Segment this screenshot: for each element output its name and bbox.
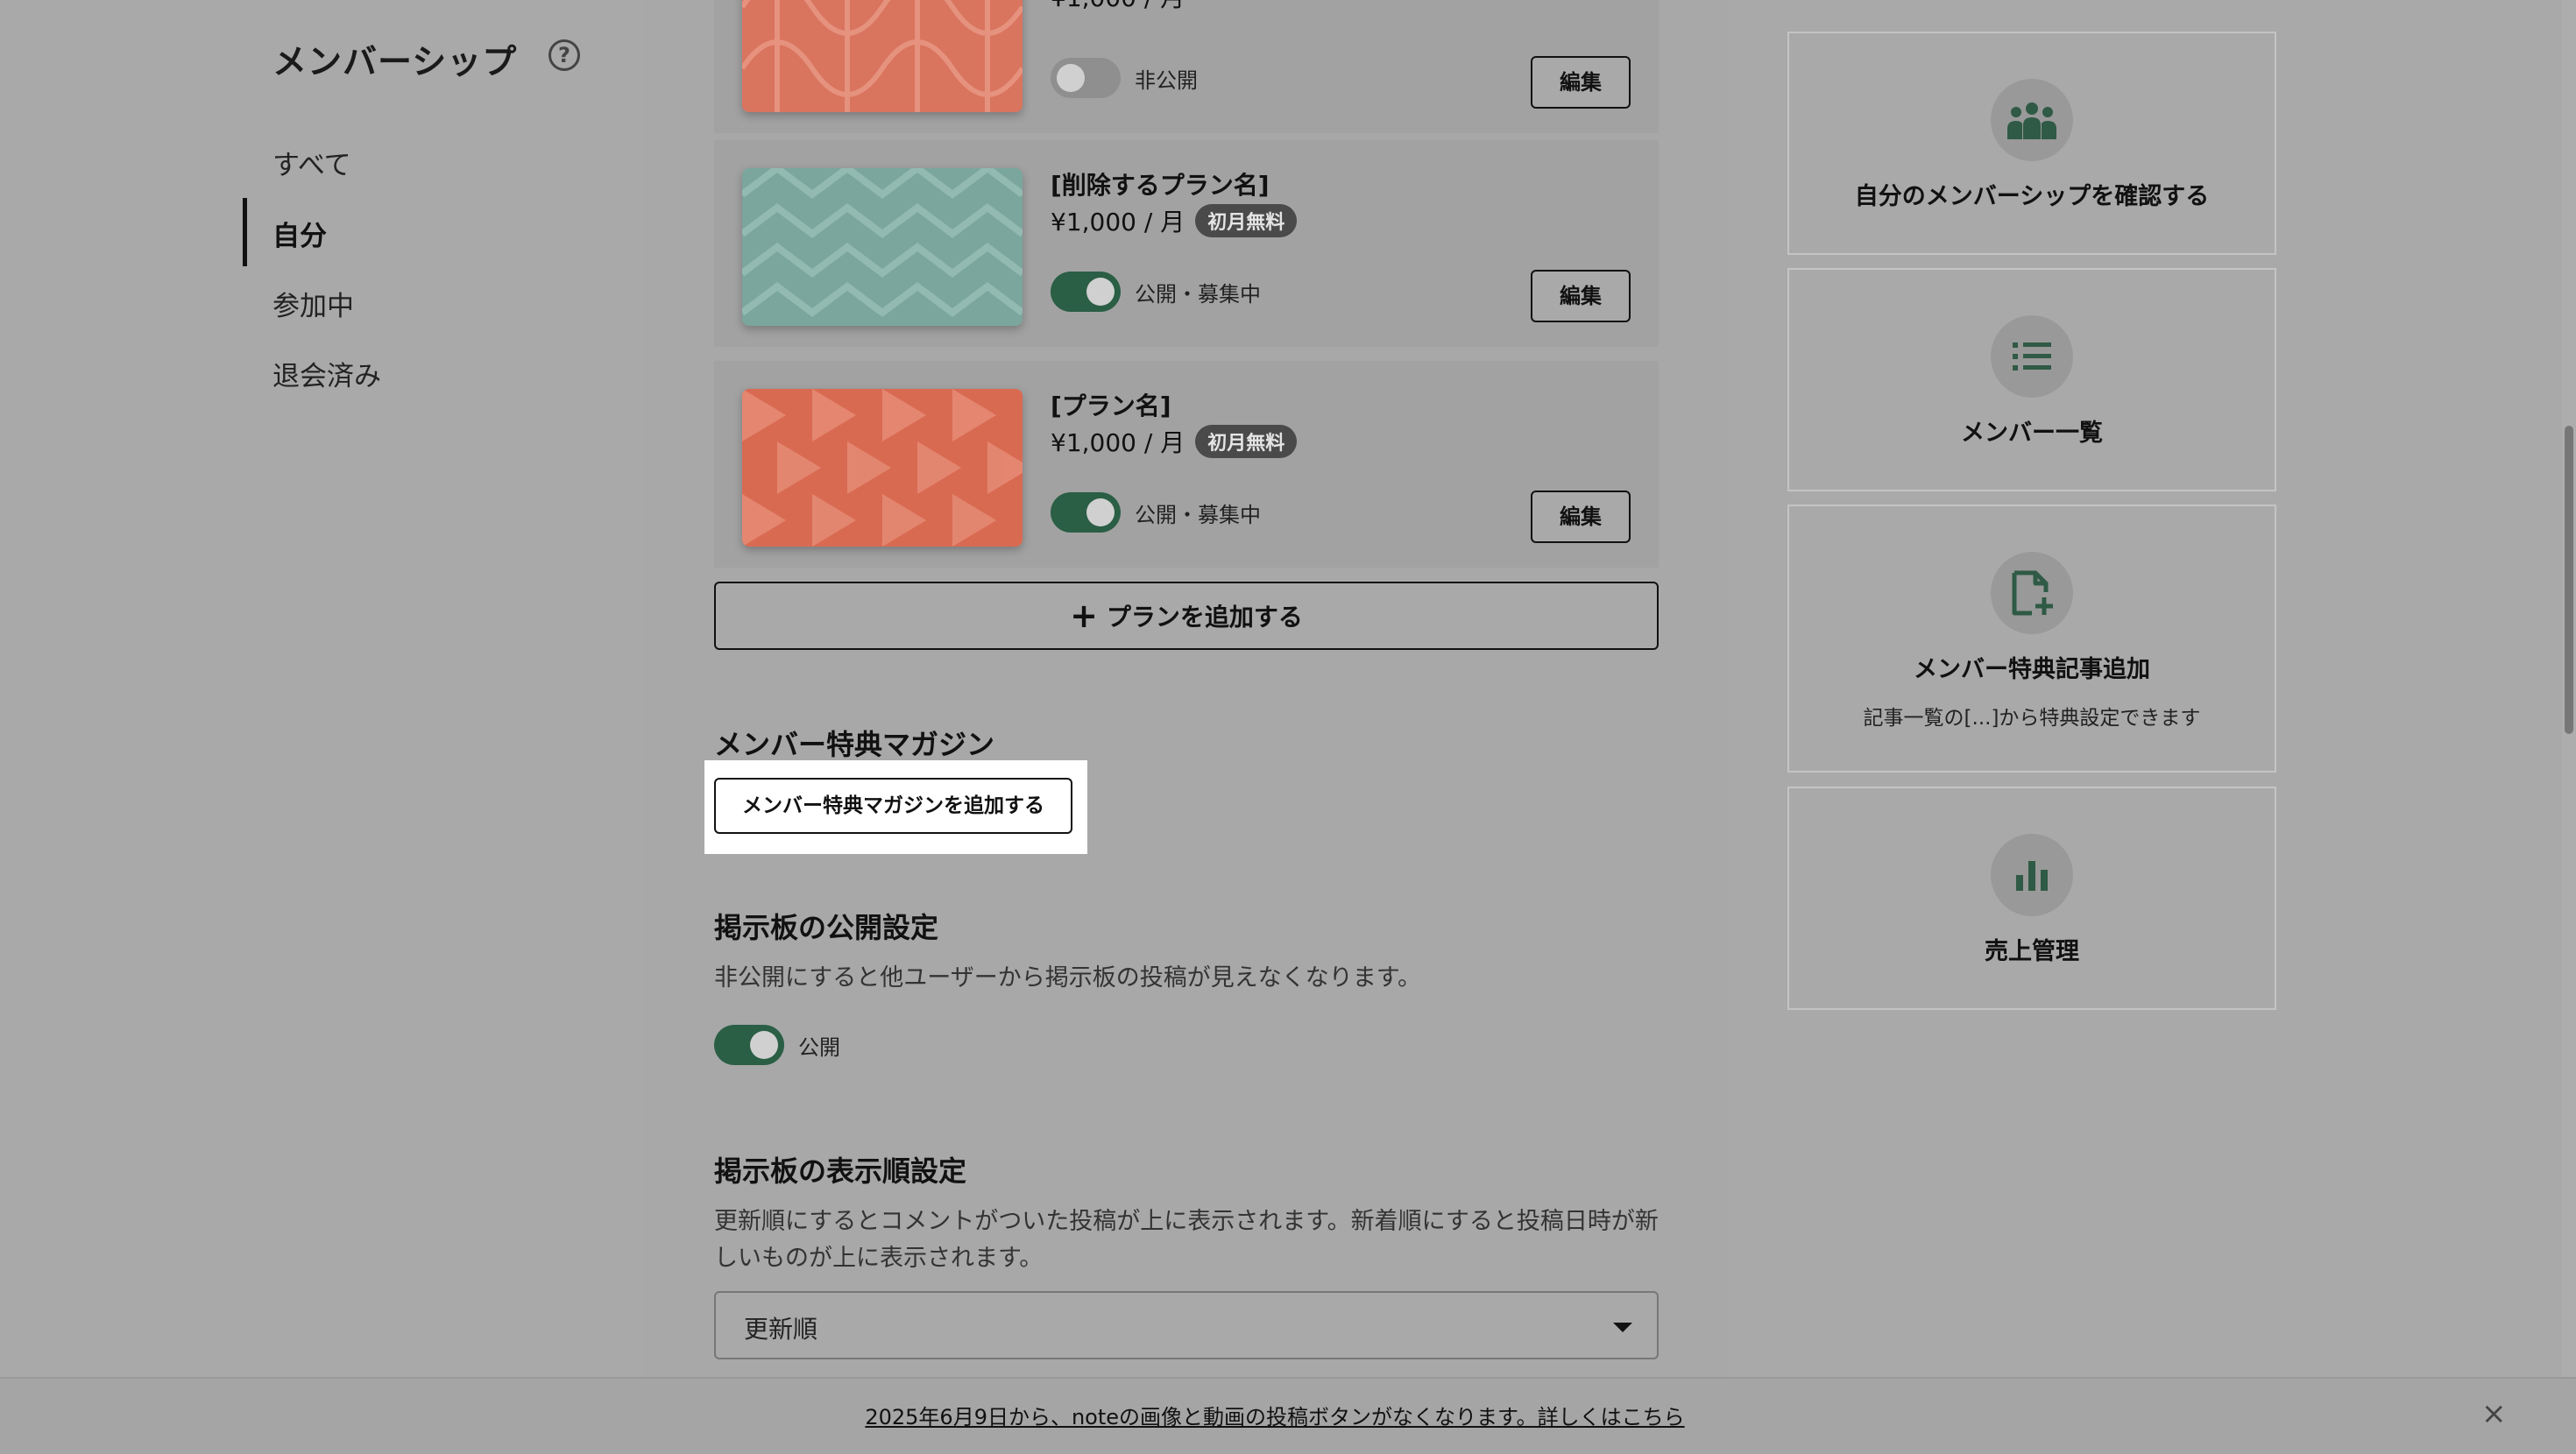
board-visibility-description: 非公開にすると他ユーザーから掲示板の投稿が見えなくなります。	[714, 964, 1422, 992]
notice-link[interactable]: 2025年6月9日から、noteの画像と動画の投稿ボタンがなくなります。詳しくは…	[0, 1400, 2550, 1430]
board-order-description: 更新順にするとコメントがついた投稿が上に表示されます。新着順にすると投稿日時が新…	[714, 1208, 1659, 1272]
sales-management-card[interactable]: 売上管理	[1787, 787, 2276, 1010]
add-magazine-button[interactable]: メンバー特典マガジンを追加する	[714, 778, 1072, 834]
card-title: 自分のメンバーシップを確認する	[1854, 183, 2210, 210]
sidebar-item-left[interactable]: 退会済み	[272, 354, 381, 393]
scrollbar-thumb[interactable]	[2565, 426, 2573, 734]
board-order-select[interactable]: 更新順	[714, 1291, 1659, 1359]
plan-name: [削除するプラン名]	[1051, 171, 1270, 200]
board-visibility-title: 掲示板の公開設定	[714, 911, 939, 944]
edit-plan-button[interactable]: 編集	[1531, 491, 1631, 543]
plan-image	[742, 0, 1023, 112]
plus-icon: +	[1070, 596, 1098, 635]
chevron-down-icon	[1613, 1323, 1632, 1332]
card-title: 売上管理	[1985, 938, 2079, 965]
free-first-month-badge: 初月無料	[1195, 425, 1298, 458]
close-icon[interactable]: ×	[2481, 1396, 2507, 1431]
add-plan-button[interactable]: + プランを追加する	[714, 582, 1659, 650]
sidebar-item-all[interactable]: すべて	[272, 143, 351, 182]
plan-image	[742, 168, 1023, 326]
board-order-selected: 更新順	[744, 1315, 818, 1344]
plan-card: ¥1,000 / 月 非公開 編集	[714, 0, 1659, 133]
scrollbar[interactable]	[2562, 0, 2576, 1452]
members-icon	[1991, 79, 2073, 161]
card-title: メンバー特典記事追加	[1914, 656, 2150, 683]
card-subtitle: 記事一覧の[...]から特典設定できます	[1863, 707, 2201, 730]
list-icon	[1991, 315, 2073, 398]
my-membership-card[interactable]: 自分のメンバーシップを確認する	[1787, 32, 2276, 255]
plan-card: [削除するプラン名] ¥1,000 / 月 初月無料 公開・募集中 編集	[714, 140, 1659, 347]
plan-visibility-toggle[interactable]	[1051, 272, 1121, 312]
bar-chart-icon	[1991, 834, 2073, 916]
plan-name: [プラン名]	[1051, 392, 1171, 420]
edit-plan-button[interactable]: 編集	[1531, 270, 1631, 322]
add-plan-label: プランを追加する	[1106, 603, 1303, 632]
plan-price: ¥1,000 / 月	[1051, 208, 1185, 236]
magazine-section-title: メンバー特典マガジン	[714, 728, 995, 761]
sidebar-item-mine[interactable]: 自分	[272, 214, 327, 253]
board-visibility-toggle[interactable]	[714, 1025, 784, 1065]
member-list-card[interactable]: メンバー一覧	[1787, 268, 2276, 491]
plan-price: ¥1,000 / 月	[1051, 0, 1185, 14]
plan-image	[742, 389, 1023, 547]
page-title: メンバーシップ	[272, 43, 518, 82]
free-first-month-badge: 初月無料	[1195, 204, 1298, 237]
plan-price: ¥1,000 / 月	[1051, 428, 1185, 457]
plan-status-label: 非公開	[1135, 67, 1198, 93]
notice-bar: 2025年6月9日から、noteの画像と動画の投稿ボタンがなくなります。詳しくは…	[0, 1377, 2576, 1454]
plan-visibility-toggle[interactable]	[1051, 492, 1121, 533]
help-icon[interactable]: ?	[548, 39, 580, 71]
nav-active-indicator	[243, 198, 247, 266]
board-visibility-label: 公開	[798, 1034, 840, 1060]
plan-status-label: 公開・募集中	[1135, 502, 1261, 527]
card-title: メンバー一覧	[1961, 420, 2103, 447]
plan-visibility-toggle[interactable]	[1051, 58, 1121, 98]
add-benefit-article-card[interactable]: メンバー特典記事追加 記事一覧の[...]から特典設定できます	[1787, 505, 2276, 773]
plan-card: [プラン名] ¥1,000 / 月 初月無料 公開・募集中 編集	[714, 361, 1659, 568]
plan-status-label: 公開・募集中	[1135, 281, 1261, 307]
edit-plan-button[interactable]: 編集	[1531, 56, 1631, 109]
sidebar-item-joined[interactable]: 参加中	[272, 284, 354, 323]
board-order-title: 掲示板の表示順設定	[714, 1154, 967, 1188]
file-add-icon	[1991, 552, 2073, 634]
